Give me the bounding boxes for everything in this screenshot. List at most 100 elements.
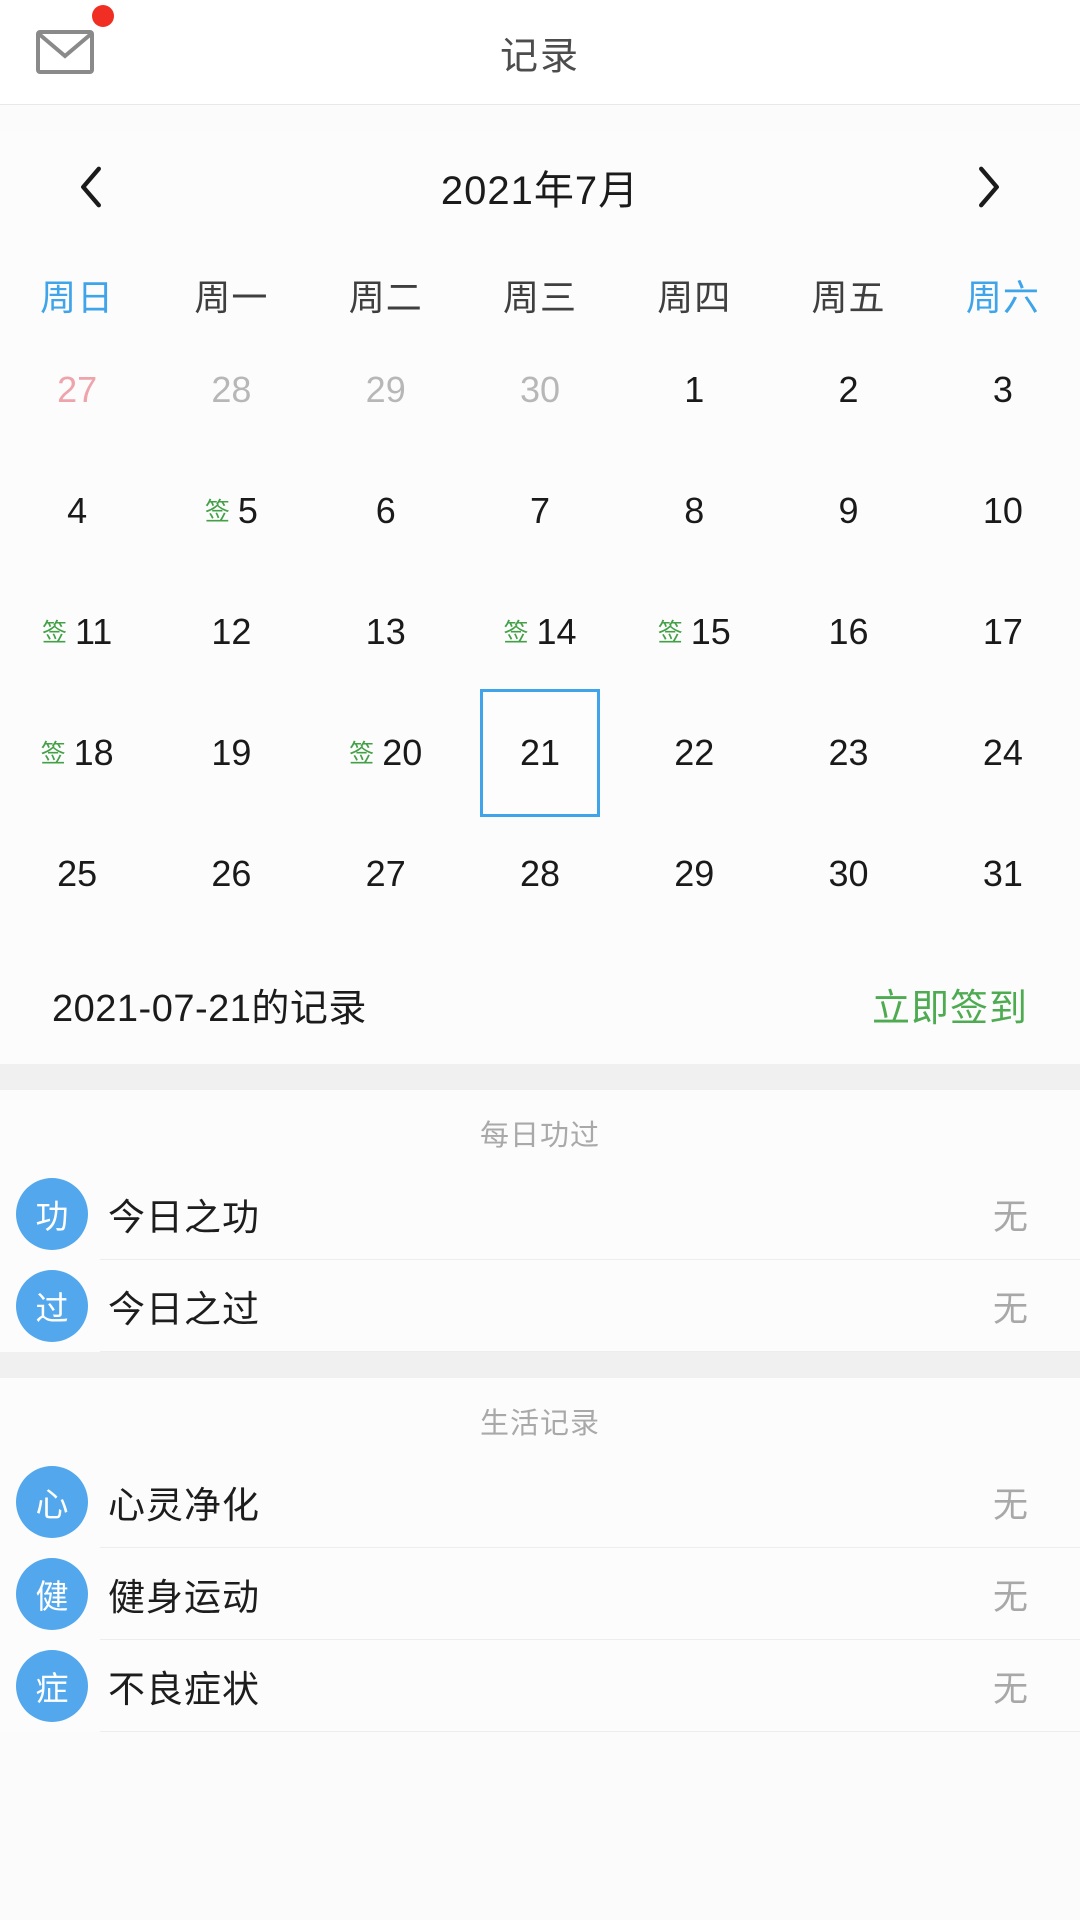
calendar-day-inner: 1	[684, 368, 705, 410]
calendar-day-number: 13	[365, 610, 406, 652]
section-1: 生活记录心心灵净化无健健身运动无症不良症状无	[0, 1378, 1080, 1732]
calendar-day-27[interactable]: 27	[0, 329, 154, 450]
calendar-day-20[interactable]: 签 20	[309, 692, 463, 813]
calendar-week-row: 25 26 27 28 29 30 31	[0, 813, 1080, 934]
calendar-day-28[interactable]: 28	[154, 329, 308, 450]
calendar-day-6[interactable]: 6	[309, 450, 463, 571]
calendar-day-inner: 7	[530, 492, 550, 529]
calendar-day-inner: 8	[684, 492, 704, 529]
calendar-day-inner: 签 11	[42, 610, 113, 652]
signin-now-button[interactable]: 立即签到	[872, 977, 1028, 1032]
next-month-button[interactable]	[954, 152, 1024, 222]
calendar-day-31[interactable]: 31	[926, 813, 1080, 934]
calendar-day-inner: 29	[366, 371, 406, 408]
calendar-day-number: 29	[674, 852, 715, 894]
calendar-day-27[interactable]: 27	[309, 813, 463, 934]
calendar-grid: 27 28 29 30 1 2 3 4 签 5 6 7 8 9 10 签 11 12 13 签 14 签 15 16 17 签 18…	[0, 329, 1080, 934]
calendar-day-inner: 签 20	[349, 734, 422, 771]
calendar-day-10[interactable]: 10	[926, 450, 1080, 571]
calendar-day-number: 22	[674, 731, 715, 773]
calendar-day-inner: 25	[57, 852, 98, 894]
calendar-day-number: 25	[57, 852, 98, 894]
calendar-day-29[interactable]: 29	[617, 813, 771, 934]
avatar: 过	[16, 1270, 88, 1342]
avatar: 健	[16, 1558, 88, 1630]
calendar-day-16[interactable]: 16	[771, 571, 925, 692]
calendar-day-21[interactable]: 21	[463, 692, 617, 813]
calendar-day-inner: 12	[211, 610, 252, 652]
list-item-value: 无	[992, 1669, 1028, 1709]
mail-button[interactable]	[26, 5, 114, 91]
list-item[interactable]: 心心灵净化 无	[0, 1456, 1080, 1548]
section-0: 每日功过功今日之功无过今日之过无	[0, 1090, 1080, 1352]
calendar-day-8[interactable]: 8	[617, 450, 771, 571]
calendar-day-5[interactable]: 签5	[154, 450, 308, 571]
calendar-day-inner: 3	[993, 371, 1013, 408]
calendar-day-30[interactable]: 30	[463, 329, 617, 450]
list-item-label: 健身运动	[108, 1577, 260, 1618]
calendar-weekday-0: 周日	[40, 277, 115, 318]
signed-mark-icon: 签	[503, 619, 529, 647]
calendar-day-inner: 签 14	[503, 610, 577, 652]
calendar-day-7[interactable]: 7	[463, 450, 617, 571]
calendar-weekday-3: 周三	[502, 277, 577, 318]
list-item-label: 不良症状	[108, 1669, 260, 1710]
calendar-day-14[interactable]: 签 14	[463, 571, 617, 692]
calendar-panel: 2021年7月 周日 周一 周二 周三 周四 周五 周六 27 28 29 30 1 2 3 4 签 5 6 7 8…	[0, 131, 1080, 944]
calendar-day-number: 15	[690, 610, 731, 652]
calendar-day-inner: 31	[983, 855, 1023, 892]
calendar-day-inner: 21	[520, 734, 560, 771]
calendar-day-13[interactable]: 13	[309, 571, 463, 692]
calendar-day-number: 23	[828, 731, 869, 773]
calendar-day-22[interactable]: 22	[617, 692, 771, 813]
calendar-day-number: 10	[982, 489, 1023, 531]
calendar-weekday-1: 周一	[194, 277, 269, 318]
calendar-day-28[interactable]: 28	[463, 813, 617, 934]
calendar-day-number: 6	[375, 489, 396, 531]
record-date-label: 2021-07-21的记录	[52, 987, 367, 1030]
app-header: 记录	[0, 0, 1080, 105]
calendar-day-25[interactable]: 25	[0, 813, 154, 934]
calendar-day-30[interactable]: 30	[771, 813, 925, 934]
calendar-day-9[interactable]: 9	[771, 450, 925, 571]
calendar-day-number: 11	[74, 610, 113, 652]
calendar-day-inner: 签 18	[41, 734, 114, 771]
calendar-day-4[interactable]: 4	[0, 450, 154, 571]
calendar-day-12[interactable]: 12	[154, 571, 308, 692]
calendar-day-number: 24	[982, 731, 1023, 773]
calendar-day-29[interactable]: 29	[309, 329, 463, 450]
calendar-day-inner: 24	[982, 731, 1023, 773]
calendar-day-inner: 22	[674, 731, 715, 773]
calendar-day-23[interactable]: 23	[771, 692, 925, 813]
calendar-day-3[interactable]: 3	[926, 329, 1080, 450]
list-item[interactable]: 症不良症状 无	[0, 1640, 1080, 1732]
calendar-day-number: 28	[519, 852, 561, 894]
calendar-weekday-6: 周六	[965, 277, 1040, 318]
calendar-day-18[interactable]: 签 18	[0, 692, 154, 813]
calendar-week-row: 27 28 29 30 1 2 3	[0, 329, 1080, 450]
list-item[interactable]: 功今日之功 无	[0, 1168, 1080, 1260]
list-item-label: 心灵净化	[108, 1485, 260, 1526]
calendar-day-19[interactable]: 19	[154, 692, 308, 813]
calendar-day-26[interactable]: 26	[154, 813, 308, 934]
calendar-day-17[interactable]: 17	[926, 571, 1080, 692]
calendar-day-11[interactable]: 签 11	[0, 571, 154, 692]
calendar-day-number: 12	[211, 610, 252, 652]
calendar-day-24[interactable]: 24	[926, 692, 1080, 813]
prev-month-button[interactable]	[56, 152, 126, 222]
calendar-day-number: 28	[211, 368, 252, 410]
calendar-day-2[interactable]: 2	[771, 329, 925, 450]
calendar-month-label: 2021年7月	[440, 169, 640, 213]
calendar-day-number: 27	[365, 852, 406, 894]
calendar-day-number: 30	[828, 852, 869, 894]
signed-mark-icon: 签	[204, 498, 230, 526]
list-item[interactable]: 健健身运动 无	[0, 1548, 1080, 1640]
calendar-day-inner: 17	[983, 613, 1023, 650]
calendar-day-number: 1	[684, 368, 705, 410]
calendar-day-15[interactable]: 签 15	[617, 571, 771, 692]
calendar-day-1[interactable]: 1	[617, 329, 771, 450]
calendar-day-number: 14	[536, 610, 577, 652]
list-item-value: 无	[992, 1289, 1028, 1329]
list-item[interactable]: 过今日之过 无	[0, 1260, 1080, 1352]
calendar-header: 2021年7月	[0, 131, 1080, 243]
